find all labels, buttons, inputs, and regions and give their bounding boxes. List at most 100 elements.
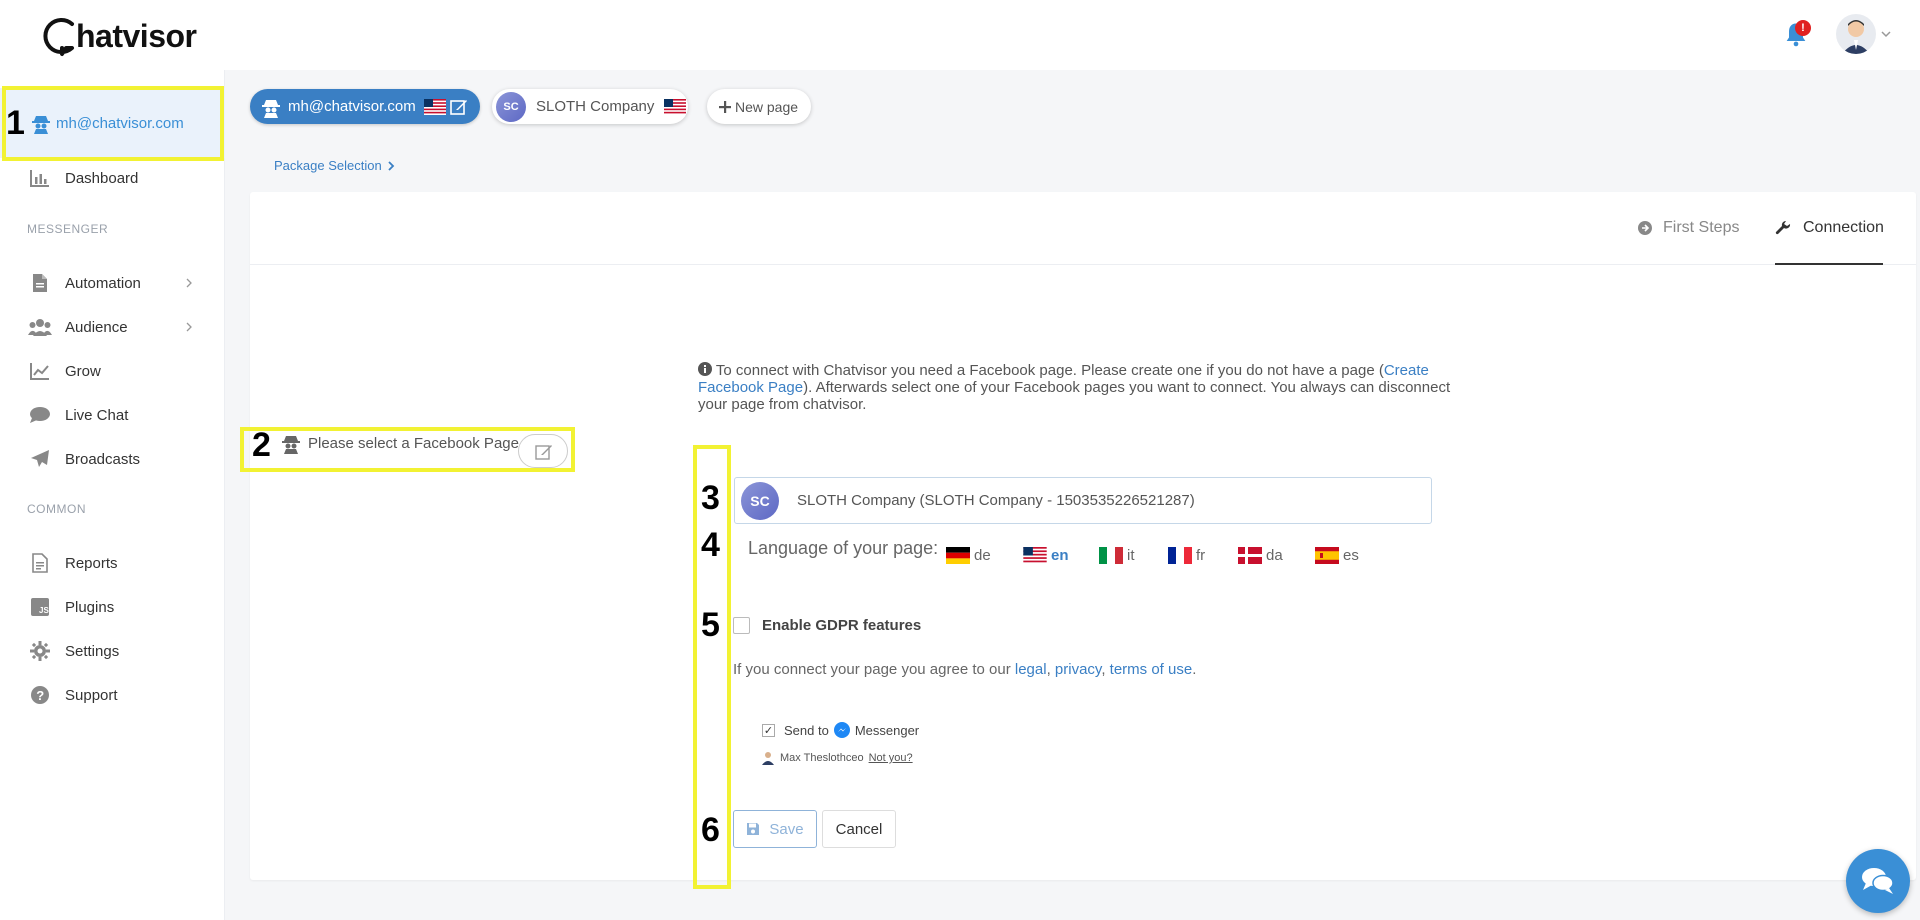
tab-label: Connection <box>1803 219 1884 236</box>
user-avatar-icon <box>762 752 774 765</box>
sidebar-item-label: Reports <box>65 554 118 572</box>
separator: , <box>1046 661 1055 678</box>
annotation-number-5: 5 <box>701 606 720 644</box>
facebook-page-select-value: SLOTH Company (SLOTH Company - 150353522… <box>797 492 1195 509</box>
tab-connection[interactable]: Connection <box>1775 219 1884 237</box>
arrow-circle-icon <box>1638 221 1652 235</box>
sidebar-item-automation[interactable]: Automation <box>0 265 225 301</box>
french-flag-icon <box>1168 547 1192 564</box>
chevron-right-icon <box>388 160 394 171</box>
sidebar-item-grow[interactable]: Grow <box>0 353 225 389</box>
sidebar-item-broadcasts[interactable]: Broadcasts <box>0 441 225 477</box>
sidebar-item-reports[interactable]: Reports <box>0 545 225 581</box>
section-messenger: MESSENGER <box>27 222 109 236</box>
not-you-link[interactable]: Not you? <box>869 752 913 764</box>
plus-icon <box>719 100 731 113</box>
chevron-right-icon <box>186 278 192 288</box>
annotation-number-2: 2 <box>252 426 271 464</box>
cancel-button[interactable]: Cancel <box>822 810 896 848</box>
edit-icon[interactable] <box>449 98 468 116</box>
info-text: To connect with Chatvisor you need a Fac… <box>698 362 1478 413</box>
new-page-button[interactable]: New page <box>707 89 811 124</box>
terms-of-use-link[interactable]: terms of use <box>1110 661 1193 678</box>
messenger-icon <box>833 722 850 738</box>
sidebar-item-label: Automation <box>65 274 141 292</box>
messenger-user-name: Max Theslothceo <box>780 752 864 764</box>
sidebar-item-support[interactable]: ? Support <box>0 677 225 713</box>
messenger-label: Messenger <box>854 722 920 738</box>
language-code: da <box>1266 547 1283 564</box>
company-logo: SC <box>496 91 526 122</box>
svg-text:JS: JS <box>39 606 49 615</box>
facebook-page-select[interactable]: SC SLOTH Company (SLOTH Company - 150353… <box>734 477 1432 524</box>
sidebar-item-label: Live Chat <box>65 406 129 424</box>
info-icon <box>698 362 712 376</box>
connection-card: First Steps Connection <box>250 192 1916 880</box>
floppy-icon <box>747 823 760 835</box>
spy-icon <box>262 99 280 118</box>
gdpr-checkbox-row[interactable]: Enable GDPR features <box>733 617 921 634</box>
company-logo: SC <box>741 481 779 520</box>
language-option-en[interactable]: en <box>1023 547 1069 564</box>
send-to-messenger-checkbox[interactable]: ✓ <box>762 723 775 737</box>
page-tab-account[interactable]: mh@chatvisor.com <box>250 89 480 124</box>
top-bar: hatvisor ! <box>0 0 1920 70</box>
chevron-right-icon <box>186 322 192 332</box>
language-option-it[interactable]: it <box>1099 547 1135 564</box>
sidebar: mh@chatvisor.com Dashboard MESSENGER Aut… <box>0 70 225 920</box>
wrench-icon <box>1775 220 1791 235</box>
send-to-label: Send to <box>784 722 829 738</box>
danish-flag-icon <box>1238 547 1262 564</box>
language-option-de[interactable]: de <box>946 547 991 564</box>
sidebar-item-label: Settings <box>65 642 120 660</box>
language-code: es <box>1343 547 1359 564</box>
agreement-end: . <box>1192 661 1197 678</box>
info-text-after: ). Afterwards select one of your Faceboo… <box>698 379 1451 413</box>
card-tabs: First Steps Connection <box>250 192 1916 265</box>
us-flag-icon <box>1023 547 1047 564</box>
sidebar-item-settings[interactable]: Settings <box>0 633 225 669</box>
avatar-person-icon <box>1842 20 1870 54</box>
language-option-fr[interactable]: fr <box>1168 547 1205 564</box>
new-page-label: New page <box>735 98 799 115</box>
sidebar-item-live-chat[interactable]: Live Chat <box>0 397 225 433</box>
sidebar-item-dashboard[interactable]: Dashboard <box>0 160 225 196</box>
save-button[interactable]: Save <box>733 810 817 848</box>
js-icon: JS <box>28 597 52 617</box>
logo-c-icon <box>43 18 74 56</box>
live-chat-launcher[interactable] <box>1846 849 1910 913</box>
legal-link[interactable]: legal <box>1015 661 1047 678</box>
sidebar-item-label: Audience <box>65 318 128 336</box>
send-to-messenger[interactable]: ✓ Send to Messenger <box>762 722 919 738</box>
highlight-box-2 <box>240 427 575 472</box>
page-tab-company[interactable]: SC SLOTH Company <box>492 89 688 124</box>
breadcrumb-label: Package Selection <box>274 158 382 173</box>
avatar[interactable] <box>1836 14 1876 54</box>
chat-icon <box>28 405 52 425</box>
cancel-label: Cancel <box>835 820 883 838</box>
privacy-link[interactable]: privacy <box>1055 661 1101 678</box>
italian-flag-icon <box>1099 547 1123 564</box>
gdpr-checkbox[interactable] <box>733 617 750 634</box>
language-code: en <box>1051 547 1069 564</box>
sidebar-item-plugins[interactable]: JS Plugins <box>0 589 225 625</box>
language-option-es[interactable]: es <box>1315 547 1359 564</box>
sidebar-item-label: Support <box>65 686 118 704</box>
chevron-down-icon[interactable] <box>1880 28 1892 40</box>
page-tab-label: SLOTH Company <box>536 98 655 115</box>
sidebar-item-audience[interactable]: Audience <box>0 309 225 345</box>
sidebar-item-label: Dashboard <box>65 169 139 187</box>
agreement-prefix: If you connect your page you agree to ou… <box>733 661 1015 678</box>
chatvisor-logo[interactable]: hatvisor <box>36 14 197 58</box>
highlight-box-1 <box>2 86 224 161</box>
language-option-da[interactable]: da <box>1238 547 1283 564</box>
agreement-text: If you connect your page you agree to ou… <box>733 661 1196 678</box>
section-common: COMMON <box>27 502 86 516</box>
page-tab-label: mh@chatvisor.com <box>288 98 416 115</box>
tab-first-steps[interactable]: First Steps <box>1637 219 1739 237</box>
annotation-number-4: 4 <box>701 526 720 564</box>
sidebar-item-label: Broadcasts <box>65 450 141 468</box>
breadcrumb[interactable]: Package Selection <box>274 158 396 173</box>
bar-chart-icon <box>28 168 52 188</box>
tab-label: First Steps <box>1663 219 1740 236</box>
